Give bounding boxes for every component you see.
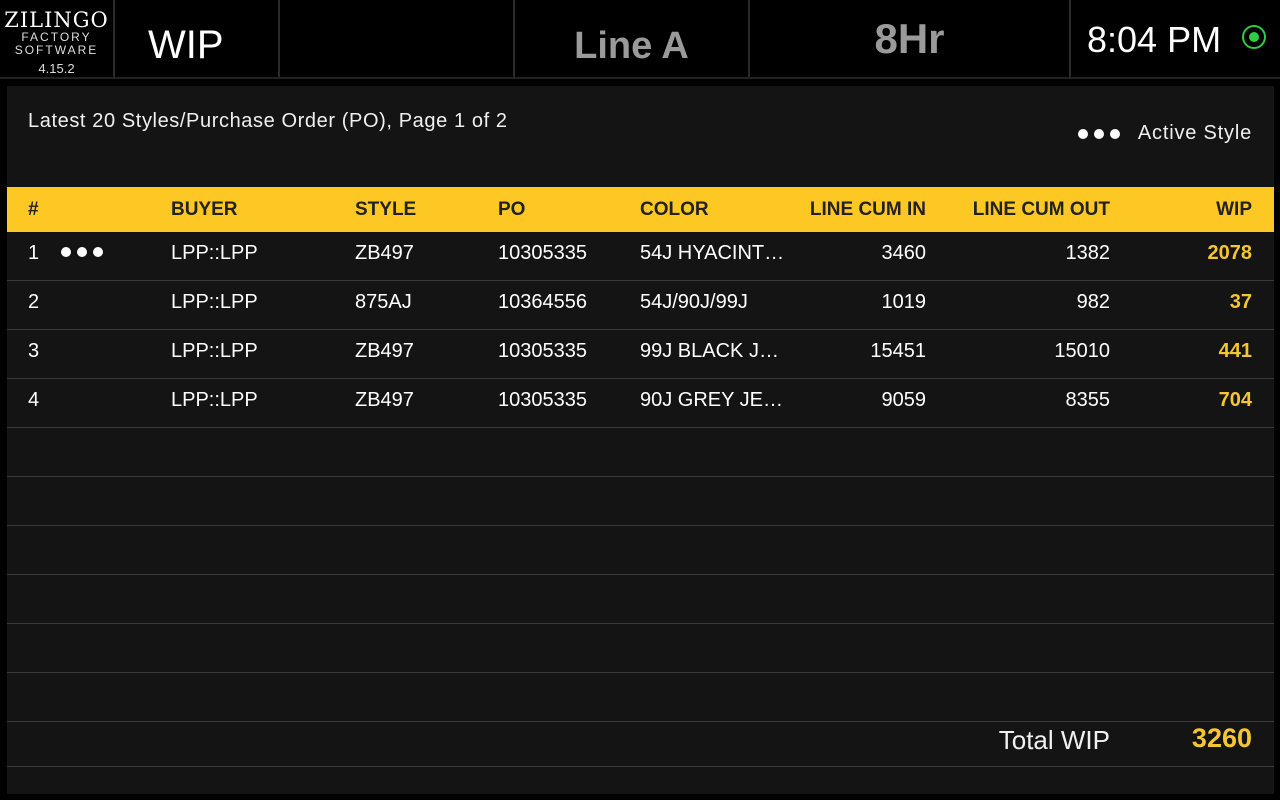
col-po: PO — [498, 199, 526, 220]
total-wip-value: 3260 — [1191, 723, 1252, 753]
row-style: ZB497 — [355, 340, 414, 362]
wip-panel: Latest 20 Styles/Purchase Order (PO), Pa… — [7, 86, 1274, 794]
row-cum-in: 9059 — [881, 389, 927, 411]
col-color: COLOR — [640, 199, 709, 220]
page-title: WIP — [115, 0, 280, 77]
row-index: 3 — [28, 340, 40, 362]
app-version: 4.15.2 — [38, 61, 75, 76]
brand-logo: ZILINGO FACTORY SOFTWARE 4.15.2 — [0, 0, 115, 77]
col-line-cum-out: LINE CUM OUT — [972, 199, 1110, 220]
row-cum-in: 15451 — [870, 340, 926, 362]
active-style-dots-icon — [61, 247, 103, 257]
line-selector[interactable]: Line A — [515, 0, 750, 77]
row-wip: 2078 — [1207, 242, 1253, 264]
col-index: # — [28, 199, 39, 220]
row-color: 54J HYACINT… — [640, 242, 785, 264]
table-header: # BUYER STYLE PO COLOR LINE CUM IN LINE … — [7, 187, 1274, 232]
current-time: 8:04 PM — [1087, 19, 1222, 60]
header-spacer — [280, 0, 515, 77]
legend-label: Active Style — [1137, 122, 1252, 144]
row-style: 875AJ — [355, 291, 412, 313]
row-wip: 704 — [1218, 389, 1252, 411]
row-cum-out: 15010 — [1054, 340, 1110, 362]
row-po: 10305335 — [498, 340, 587, 362]
row-buyer: LPP::LPP — [171, 340, 258, 362]
empty-table-row — [7, 624, 1274, 673]
panel-subtitle: Latest 20 Styles/Purchase Order (PO), Pa… — [28, 110, 508, 132]
row-color: 99J BLACK JE… — [640, 340, 785, 362]
empty-table-row — [7, 428, 1274, 477]
row-color: 90J GREY JE… — [640, 389, 784, 411]
shift-duration[interactable]: 8Hr — [750, 0, 1071, 77]
row-wip: 37 — [1229, 291, 1252, 313]
row-cum-in: 1019 — [881, 291, 927, 313]
connection-status-icon — [1242, 25, 1266, 49]
row-style: ZB497 — [355, 389, 414, 411]
empty-table-row — [7, 477, 1274, 526]
total-wip-label: Total WIP — [998, 725, 1110, 755]
row-cum-out: 8355 — [1065, 389, 1111, 411]
col-style: STYLE — [355, 199, 417, 220]
col-wip: WIP — [1216, 199, 1252, 220]
row-buyer: LPP::LPP — [171, 291, 258, 313]
row-index: 1 — [28, 242, 40, 264]
row-style: ZB497 — [355, 242, 414, 264]
col-line-cum-in: LINE CUM IN — [809, 199, 926, 220]
total-wip-row: Total WIP 3260 — [7, 713, 1274, 767]
table-row[interactable]: 3 LPP::LPP ZB497 10305335 99J BLACK JE… … — [7, 330, 1274, 379]
brand-name: ZILINGO — [4, 8, 109, 32]
active-style-dots-icon — [1077, 128, 1120, 139]
row-cum-out: 1382 — [1065, 242, 1111, 264]
empty-table-row — [7, 526, 1274, 575]
table-row[interactable]: 2 LPP::LPP 875AJ 10364556 54J/90J/99J 10… — [7, 281, 1274, 330]
col-buyer: BUYER — [171, 199, 238, 220]
row-cum-out: 982 — [1076, 291, 1110, 313]
row-po: 10305335 — [498, 389, 587, 411]
table-row[interactable]: 1 LPP::LPP ZB497 10305335 54J HYACINT… 3… — [7, 232, 1274, 281]
row-color: 54J/90J/99J — [640, 291, 748, 313]
empty-table-row — [7, 575, 1274, 624]
row-po: 10364556 — [498, 291, 587, 313]
active-style-legend: Active Style — [1077, 122, 1252, 145]
table-body: 1 LPP::LPP ZB497 10305335 54J HYACINT… 3… — [7, 232, 1274, 722]
row-buyer: LPP::LPP — [171, 389, 258, 411]
row-cum-in: 3460 — [881, 242, 927, 264]
table-row[interactable]: 4 LPP::LPP ZB497 10305335 90J GREY JE… 9… — [7, 379, 1274, 428]
row-po: 10305335 — [498, 242, 587, 264]
row-index: 2 — [28, 291, 40, 313]
row-wip: 441 — [1218, 340, 1252, 362]
brand-sub-2: SOFTWARE — [14, 43, 99, 57]
row-buyer: LPP::LPP — [171, 242, 258, 264]
top-bar: ZILINGO FACTORY SOFTWARE 4.15.2 WIP Line… — [0, 0, 1280, 79]
row-index: 4 — [28, 389, 40, 411]
